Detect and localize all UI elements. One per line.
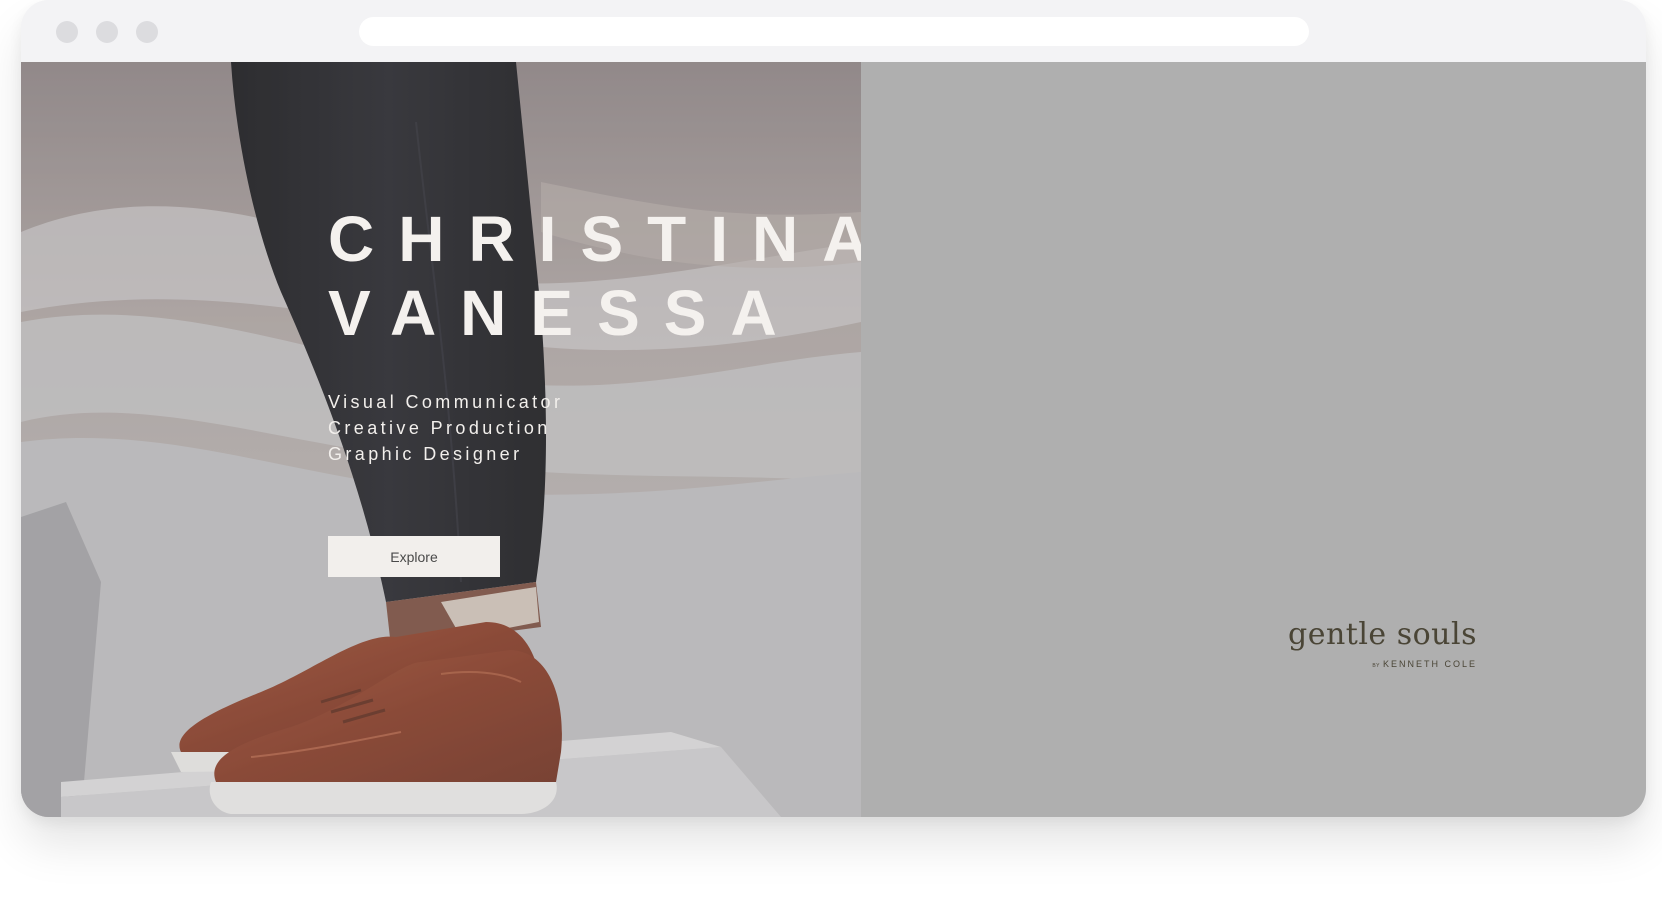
gentle-souls-logo: gentle souls BY KENNETH COLE	[1277, 617, 1477, 669]
address-bar[interactable]	[359, 17, 1309, 46]
window-close-button[interactable]	[56, 21, 78, 43]
role-item: Graphic Designer	[328, 444, 523, 464]
role-item: Creative Production	[328, 418, 551, 438]
explore-button[interactable]: Explore	[328, 536, 500, 577]
browser-window: CHRISTINA VANESSA Visual Communicator Cr…	[21, 0, 1646, 817]
hero-photo: CHRISTINA VANESSA Visual Communicator Cr…	[21, 62, 861, 817]
hero-name-line1: CHRISTINA	[328, 203, 861, 275]
window-maximize-button[interactable]	[136, 21, 158, 43]
page-viewport: CHRISTINA VANESSA Visual Communicator Cr…	[21, 62, 1646, 817]
logo-wordmark: gentle souls	[1288, 617, 1477, 652]
browser-toolbar	[21, 0, 1646, 62]
window-minimize-button[interactable]	[96, 21, 118, 43]
hero-name-line2: VANESSA	[328, 277, 801, 349]
logo-sub-brand: KENNETH COLE	[1382, 659, 1477, 669]
role-item: Visual Communicator	[328, 392, 564, 412]
hero-name-heading: CHRISTINA VANESSA	[328, 202, 861, 350]
hero-roles-list: Visual Communicator Creative Production …	[328, 389, 563, 467]
logo-by: BY	[1372, 663, 1380, 669]
logo-subtext: BY KENNETH COLE	[1372, 659, 1477, 669]
